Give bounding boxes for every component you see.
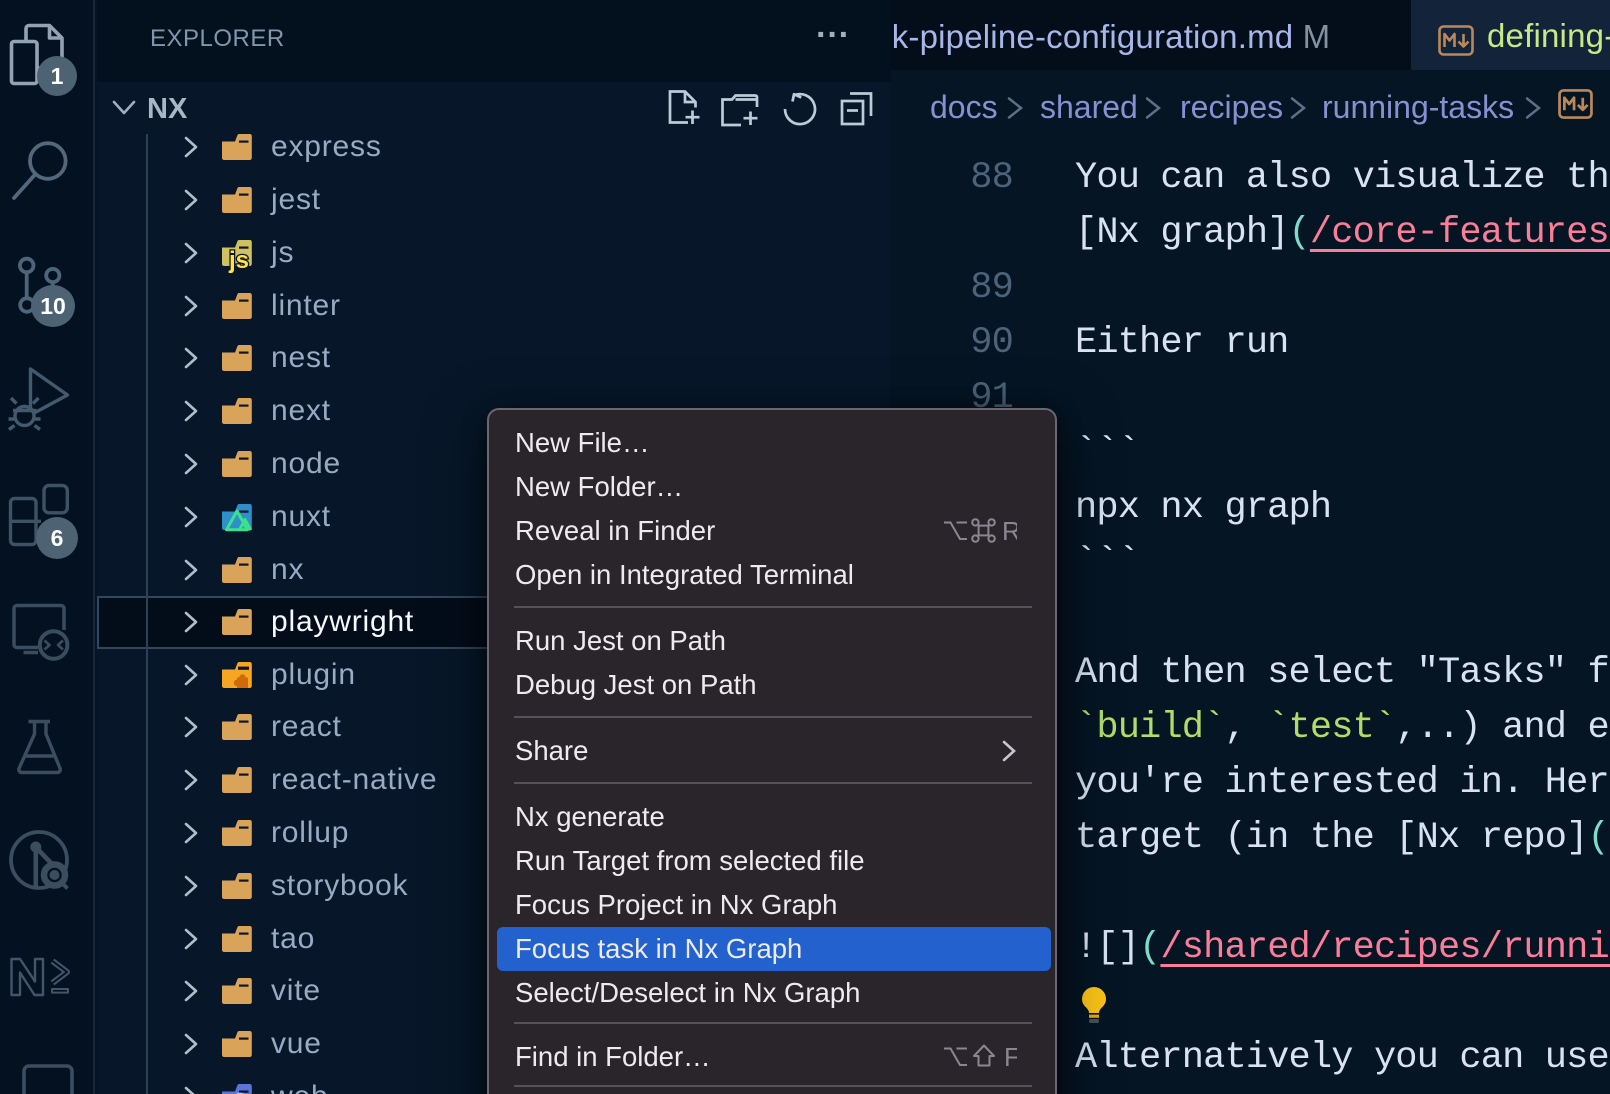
svg-text:R: R: [1002, 518, 1017, 544]
svg-text:js: js: [228, 247, 249, 274]
svg-text:F: F: [1004, 1044, 1017, 1070]
